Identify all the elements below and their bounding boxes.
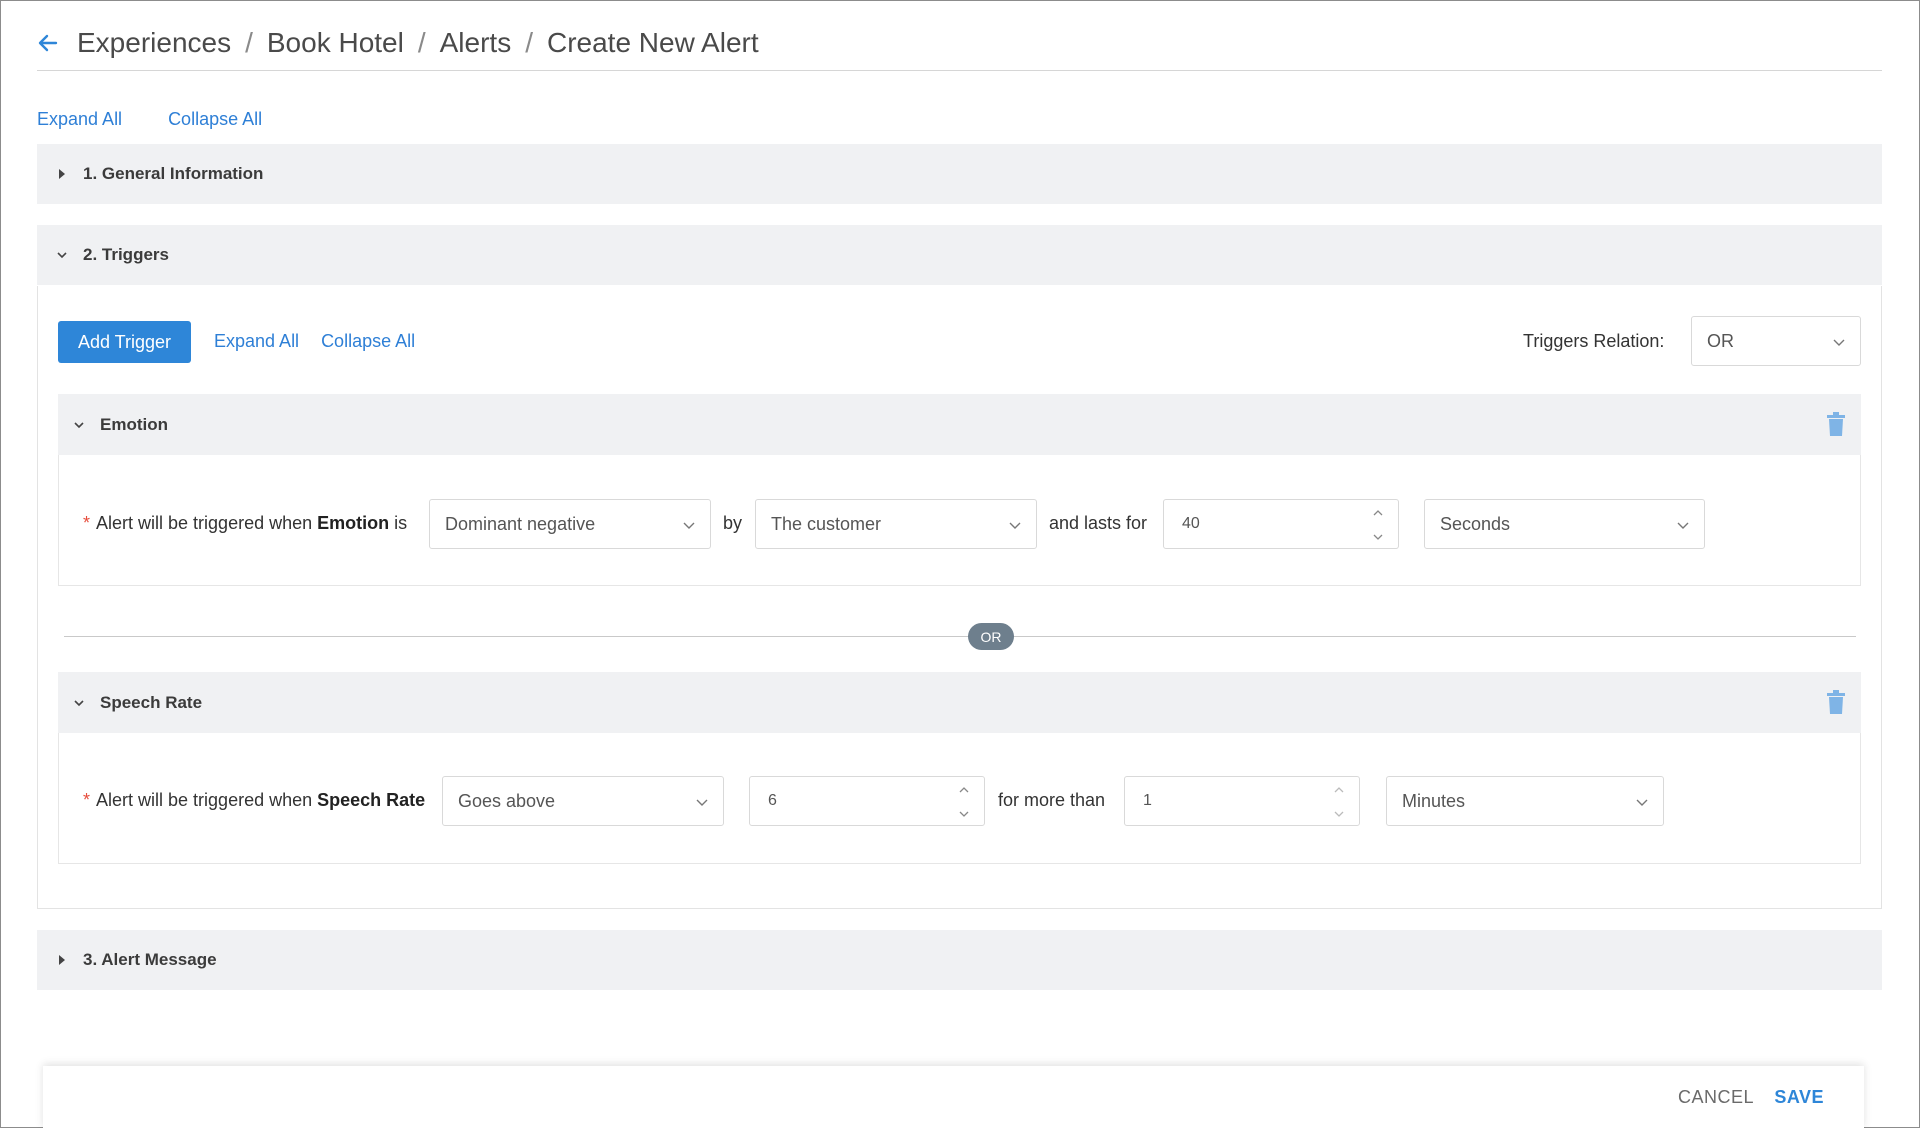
section-title: 2. Triggers [83, 245, 169, 264]
trigger-title: Emotion [100, 414, 168, 434]
emotion-by-text: by [723, 513, 743, 533]
page-header: Experiences / Book Hotel / Alerts / Crea… [37, 15, 1882, 71]
emotion-condition-select[interactable]: Dominant negative [429, 499, 711, 549]
breadcrumb-separator: / [417, 26, 426, 58]
speech-threshold-input[interactable]: 6 [749, 776, 985, 826]
emotion-condition-value: Dominant negative [445, 513, 596, 534]
section-general-information[interactable]: 1. General Information [37, 144, 1882, 204]
emotion-is: is [394, 513, 408, 533]
chevron-down-icon [55, 251, 69, 259]
triggers-relation-value: OR [1707, 330, 1734, 351]
emotion-duration-input[interactable]: 40 [1163, 499, 1399, 549]
stepper-arrows-icon[interactable] [1372, 508, 1384, 542]
collapse-all-link[interactable]: Collapse All [168, 109, 262, 130]
chevron-down-icon [1008, 516, 1022, 530]
expand-all-link[interactable]: Expand All [37, 109, 122, 130]
speech-duration-value: 1 [1143, 792, 1152, 809]
section-title: 3. Alert Message [83, 950, 217, 969]
breadcrumb-current-page: Create New Alert [546, 26, 759, 58]
caret-right-icon [55, 169, 69, 179]
emotion-subject-select[interactable]: The customer [755, 499, 1037, 549]
back-arrow-icon[interactable] [37, 32, 59, 54]
chevron-down-icon [695, 793, 709, 807]
triggers-relation-label: Triggers Relation: [1523, 331, 1665, 351]
trigger-speech-rate-header[interactable]: Speech Rate [58, 672, 1861, 733]
section-alert-message[interactable]: 3. Alert Message [37, 930, 1882, 990]
triggers-collapse-all-link[interactable]: Collapse All [321, 331, 415, 352]
emotion-unit-select[interactable]: Seconds [1424, 499, 1705, 549]
required-asterisk: * [83, 513, 91, 533]
triggers-expand-all-link[interactable]: Expand All [214, 331, 299, 352]
triggers-expand-collapse: Expand All Collapse All [214, 331, 415, 352]
section-title: 1. General Information [83, 164, 264, 183]
or-divider-line [64, 636, 1856, 637]
emotion-subject-value: The customer [771, 513, 882, 534]
section-triggers[interactable]: 2. Triggers [37, 225, 1882, 285]
speech-condition-value: Goes above [458, 790, 556, 811]
breadcrumb-alerts[interactable]: Alerts [440, 27, 512, 59]
delete-trash-icon[interactable] [1827, 690, 1845, 714]
page-expand-collapse: Expand All Collapse All [37, 109, 262, 130]
emotion-duration-value: 40 [1182, 515, 1200, 532]
chevron-down-icon [1832, 333, 1846, 347]
delete-trash-icon[interactable] [1827, 412, 1845, 436]
or-badge: OR [968, 623, 1014, 650]
stepper-arrows-icon[interactable] [958, 785, 970, 819]
emotion-unit-value: Seconds [1440, 513, 1511, 534]
stepper-arrows-icon[interactable] [1333, 785, 1345, 819]
chevron-down-icon [72, 421, 86, 429]
speech-for-more-than-text: for more than [998, 790, 1106, 810]
emotion-metric: Emotion [317, 513, 390, 533]
emotion-lasts-for-text: and lasts for [1049, 513, 1148, 533]
required-asterisk: * [83, 790, 91, 810]
breadcrumb-experiences[interactable]: Experiences [77, 27, 231, 59]
breadcrumb-separator: / [525, 26, 533, 58]
speech-condition-text: * Alert will be triggered when Speech Rat… [83, 790, 425, 811]
caret-right-icon [55, 955, 69, 965]
emotion-prefix: Alert will be triggered when [96, 513, 313, 533]
speech-metric: Speech Rate [317, 790, 426, 810]
trigger-emotion-header[interactable]: Emotion [58, 394, 1861, 455]
emotion-condition-text: * Alert will be triggered when Emotion is [83, 513, 407, 534]
chevron-down-icon [682, 516, 696, 530]
breadcrumb-book-hotel[interactable]: Book Hotel [267, 27, 404, 59]
breadcrumb-separator: / [245, 26, 253, 58]
triggers-relation-select[interactable]: OR [1691, 316, 1861, 366]
speech-duration-input[interactable]: 1 [1124, 776, 1360, 826]
chevron-down-icon [1635, 793, 1649, 807]
cancel-button[interactable]: CANCEL [1678, 1087, 1754, 1108]
chevron-down-icon [72, 699, 86, 707]
speech-condition-select[interactable]: Goes above [442, 776, 724, 826]
action-footer: CANCEL SAVE [43, 1066, 1864, 1128]
trigger-title: Speech Rate [100, 692, 203, 712]
add-trigger-button[interactable]: Add Trigger [58, 321, 191, 363]
speech-unit-value: Minutes [1402, 790, 1466, 811]
speech-prefix: Alert will be triggered when [96, 790, 313, 810]
speech-unit-select[interactable]: Minutes [1386, 776, 1664, 826]
save-button[interactable]: SAVE [1774, 1087, 1824, 1108]
chevron-down-icon [1676, 516, 1690, 530]
speech-threshold-value: 6 [768, 792, 777, 809]
